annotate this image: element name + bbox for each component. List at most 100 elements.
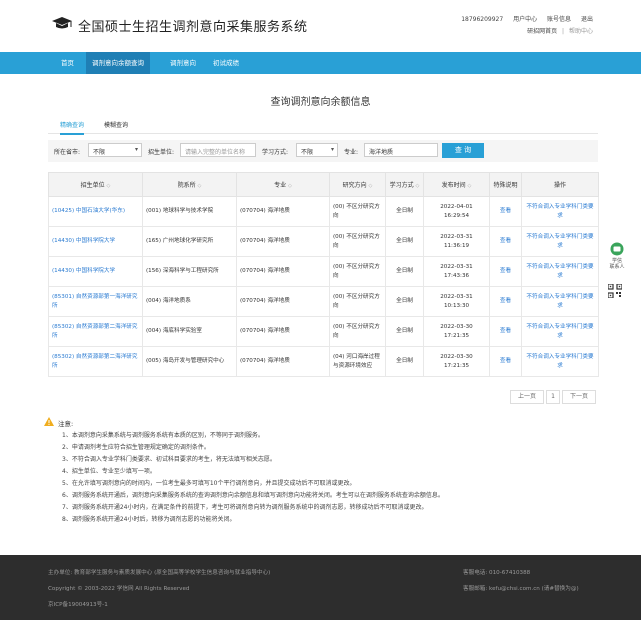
dept-cell: (004) 海洋地质系 <box>142 286 237 317</box>
results-table: 招生单位 ◇ 院系所 ◇ 专业 ◇ 研究方向 ◇ 学习方式 ◇ 发布时间 ◇ 特… <box>48 172 599 377</box>
major-cell: (070704) 海洋地质 <box>236 286 330 317</box>
major-label: 专业: <box>344 149 359 156</box>
time-cell: 2022-03-31 11:36:19 <box>423 226 490 257</box>
direction-cell: (00) 不区分研究方向 <box>329 316 386 347</box>
nav-item-intention[interactable]: 调剂意向 <box>164 52 202 74</box>
column-header[interactable]: 研究方向 ◇ <box>329 172 386 197</box>
major-cell: (070704) 海洋地质 <box>236 256 330 287</box>
user-phone: 18796209927 <box>461 16 504 23</box>
action-cell[interactable]: 不符合调入专业学科门类要求 <box>521 346 599 377</box>
notice-item: 5、在允许填写调剂意向的时间内，一位考生最多可填写10个平行调剂意向，并且提交成… <box>62 480 356 487</box>
current-page[interactable]: 1 <box>546 390 560 404</box>
unit-cell[interactable]: (85302) 自然资源部第二海洋研究所 <box>48 346 143 377</box>
top-links: 18796209927 用户中心 账号信息 退出 研招网首页 | 帮助中心 <box>453 14 593 38</box>
sort-icon: ◇ <box>288 183 292 189</box>
unit-cell[interactable]: (10425) 中国石油大学(华东) <box>48 196 143 227</box>
nav-item-scores[interactable]: 初试成绩 <box>207 52 245 74</box>
major-cell: (070704) 海洋地质 <box>236 346 330 377</box>
nav-item-home[interactable]: 首页 <box>55 52 80 74</box>
unit-cell[interactable]: (14430) 中国科学院大学 <box>48 256 143 287</box>
dept-cell: (165) 广州地球化学研究所 <box>142 226 237 257</box>
notice-item: 6、调剂服务系统开通后，调剂意向采集服务系统的查询调剂意向余额信息和填写调剂意向… <box>62 492 444 499</box>
city-label: 所在省市: <box>54 149 81 156</box>
table-row: (14430) 中国科学院大学 (165) 广州地球化学研究所 (070704)… <box>48 226 599 257</box>
site-title: 全国硕士生招生调剂意向采集服务系统 <box>78 20 308 35</box>
view-note-link[interactable]: 查看 <box>489 346 522 377</box>
table-row: (85302) 自然资源部第二海洋研究所 (004) 海底科学实验室 (0707… <box>48 316 599 347</box>
unit-cell[interactable]: (14430) 中国科学院大学 <box>48 226 143 257</box>
action-cell[interactable]: 不符合调入专业学科门类要求 <box>521 196 599 227</box>
time-cell: 2022-03-31 17:43:36 <box>423 256 490 287</box>
query-button[interactable]: 查 询 <box>442 143 484 158</box>
column-header: 特殊说明 <box>489 172 522 197</box>
table-header-row: 招生单位 ◇ 院系所 ◇ 专业 ◇ 研究方向 ◇ 学习方式 ◇ 发布时间 ◇ 特… <box>48 172 599 197</box>
footer-phone: 客服电话: 010-67410388 <box>463 570 531 576</box>
filter-bar: 所在省市: 不限 ▾ 招生单位: 请输入完整的单位名称 学习方式: 不限 ▾ 专… <box>48 140 598 162</box>
footer-email: 客服邮箱: kefu@chsi.com.cn (请#替换为@) <box>463 586 579 592</box>
unit-input[interactable]: 请输入完整的单位名称 <box>180 143 256 157</box>
view-note-link[interactable]: 查看 <box>489 226 522 257</box>
notice-item: 4、招生单位、专业至少填写一项。 <box>62 468 156 475</box>
action-cell[interactable]: 不符合调入专业学科门类要求 <box>521 226 599 257</box>
mode-cell: 全日制 <box>385 226 424 257</box>
sort-icon: ◇ <box>368 183 373 189</box>
tab-exact-query[interactable]: 精确查询 <box>60 120 85 135</box>
city-select[interactable]: 不限 ▾ <box>88 143 142 157</box>
action-cell[interactable]: 不符合调入专业学科门类要求 <box>521 286 599 317</box>
unit-cell[interactable]: (85301) 自然资源部第一海洋研究所 <box>48 286 143 317</box>
column-header[interactable]: 发布时间 ◇ <box>423 172 490 197</box>
unit-cell[interactable]: (85302) 自然资源部第二海洋研究所 <box>48 316 143 347</box>
sort-icon: ◇ <box>467 183 472 189</box>
account-info-link[interactable]: 账号信息 <box>547 16 571 23</box>
major-cell: (070704) 海洋地质 <box>236 196 330 227</box>
column-header[interactable]: 专业 ◇ <box>236 172 330 197</box>
view-note-link[interactable]: 查看 <box>489 286 522 317</box>
direction-cell: (00) 不区分研究方向 <box>329 286 386 317</box>
column-header[interactable]: 学习方式 ◇ <box>385 172 424 197</box>
mode-select[interactable]: 不限 ▾ <box>296 143 338 157</box>
major-cell: (070704) 海洋地质 <box>236 226 330 257</box>
notice-item: 3、不符合调入专业学科门类要求、初试科目要求的考生，将无法填写相关志愿。 <box>62 456 276 463</box>
table-row: (85302) 自然资源部第二海洋研究所 (005) 海岛开发与管理研究中心 (… <box>48 346 599 377</box>
column-header[interactable]: 院系所 ◇ <box>142 172 237 197</box>
query-tabs: 精确查询 模糊查询 <box>48 116 598 135</box>
time-cell: 2022-03-30 17:21:35 <box>423 346 490 377</box>
sort-icon: ◇ <box>106 183 111 189</box>
direction-cell: (04) 河口海岸过程与资源环境效应 <box>329 346 386 377</box>
help-center-link[interactable]: 帮助中心 <box>569 28 593 35</box>
next-page-button[interactable]: 下一页 <box>562 390 596 404</box>
mode-select-value: 不限 <box>301 149 314 156</box>
user-center-link[interactable]: 用户中心 <box>513 16 537 23</box>
prev-page-button[interactable]: 上一页 <box>510 390 544 404</box>
view-note-link[interactable]: 查看 <box>489 316 522 347</box>
view-note-link[interactable]: 查看 <box>489 196 522 227</box>
view-note-link[interactable]: 查看 <box>489 256 522 287</box>
tab-fuzzy-query[interactable]: 模糊查询 <box>104 120 128 129</box>
major-input[interactable]: 海洋地质 <box>364 143 438 157</box>
table-row: (14430) 中国科学院大学 (156) 深海科学与工程研究所 (070704… <box>48 256 599 287</box>
notice-item: 8、调剂服务系统开通24小时后，转移为调剂志愿的功能将关闭。 <box>62 516 236 523</box>
time-cell: 2022-03-30 17:21:35 <box>423 316 490 347</box>
footer-copyright: Copyright © 2003-2022 学信网 All Rights Res… <box>48 586 190 592</box>
dept-cell: (004) 海底科学实验室 <box>142 316 237 347</box>
notice-item: 1、本调剂意向采集系统与调剂服务系统有本质的区别，不等同于调剂服务。 <box>62 432 264 439</box>
sort-icon: ◇ <box>197 183 202 189</box>
column-header[interactable]: 招生单位 ◇ <box>48 172 143 197</box>
column-header: 操作 <box>521 172 599 197</box>
logout-link[interactable]: 退出 <box>581 16 593 23</box>
sort-icon: ◇ <box>415 183 420 189</box>
direction-cell: (00) 不区分研究方向 <box>329 256 386 287</box>
action-cell[interactable]: 不符合调入专业学科门类要求 <box>521 256 599 287</box>
action-cell[interactable]: 不符合调入专业学科门类要求 <box>521 316 599 347</box>
footer-icp[interactable]: 京ICP备19004913号-1 <box>48 600 108 608</box>
mode-cell: 全日制 <box>385 286 424 317</box>
header: 全国硕士生招生调剂意向采集服务系统 18796209927 用户中心 账号信息 … <box>0 0 641 52</box>
qr-code-icon[interactable] <box>608 284 622 298</box>
chevron-down-icon: ▾ <box>134 146 138 153</box>
warning-icon <box>44 417 54 426</box>
mode-cell: 全日制 <box>385 346 424 377</box>
dept-cell: (156) 深海科学与工程研究所 <box>142 256 237 287</box>
nav-item-balance-query[interactable]: 调剂意向余额查询 <box>86 52 150 74</box>
home-link[interactable]: 研招网首页 <box>527 28 557 35</box>
contact-widget[interactable]: 学信 联系人 <box>604 242 630 270</box>
